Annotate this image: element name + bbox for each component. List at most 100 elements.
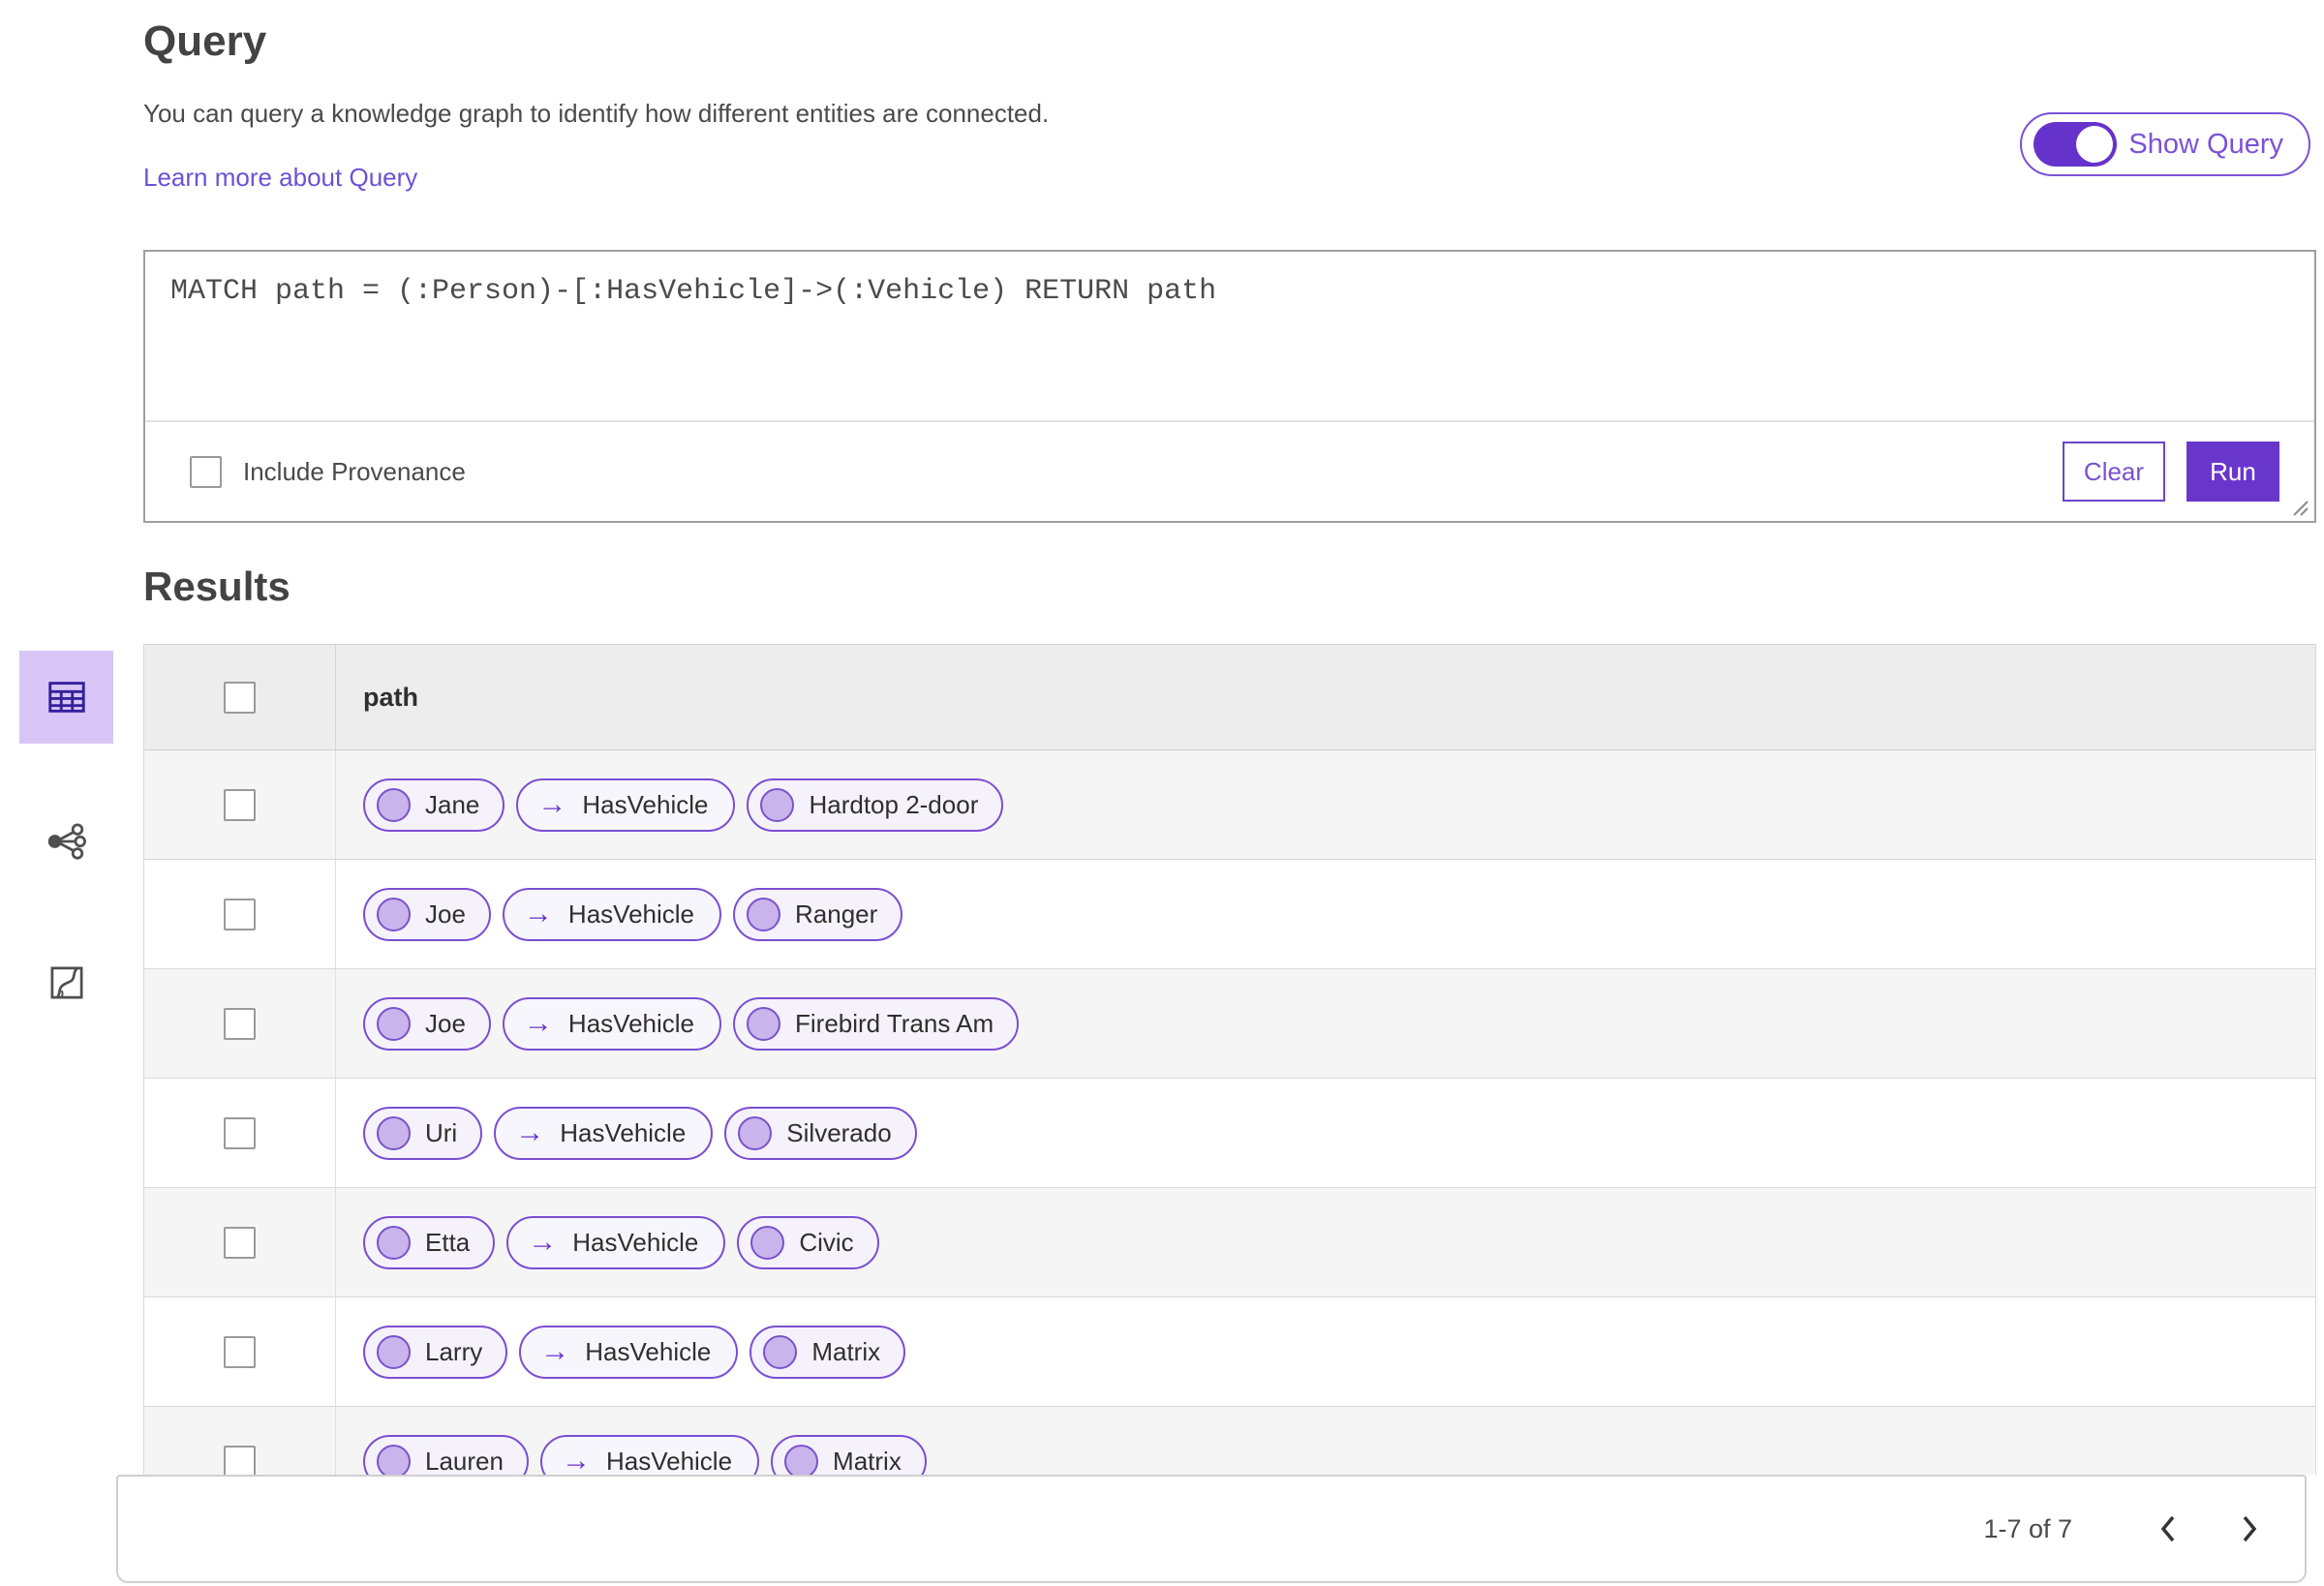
entity-node-icon <box>377 1444 411 1475</box>
table-row: Lauren → HasVehicle Matrix <box>144 1407 2315 1475</box>
show-query-label: Show Query <box>2128 128 2283 160</box>
entity-node-icon <box>763 1334 798 1369</box>
arrow-right-icon: → <box>523 898 553 930</box>
relationship-label: HasVehicle <box>605 1446 733 1476</box>
relationship-label: HasVehicle <box>585 1336 712 1366</box>
path-column-header: path <box>363 682 418 712</box>
run-button[interactable]: Run <box>2186 442 2279 502</box>
results-table: path Jane → HasVehicle Hardtop 2-door Jo… <box>143 644 2316 1475</box>
link-chart-view-button[interactable] <box>19 795 113 888</box>
source-entity-pill[interactable]: Jane <box>363 778 505 832</box>
row-checkbox[interactable] <box>224 1226 256 1259</box>
table-row: Jane → HasVehicle Hardtop 2-door <box>144 750 2315 860</box>
path-cell: Larry → HasVehicle Matrix <box>336 1297 2315 1406</box>
source-entity-pill[interactable]: Lauren <box>363 1434 529 1476</box>
source-entity-pill[interactable]: Uri <box>363 1106 483 1160</box>
include-provenance-label: Include Provenance <box>243 456 466 486</box>
relationship-pill[interactable]: → HasVehicle <box>539 1434 760 1476</box>
target-entity-pill[interactable]: Matrix <box>771 1434 927 1476</box>
path-cell: Joe → HasVehicle Ranger <box>336 860 2315 968</box>
source-entity-label: Jane <box>425 789 480 819</box>
table-row: Joe → HasVehicle Firebird Trans Am <box>144 969 2315 1079</box>
relationship-label: HasVehicle <box>560 1117 687 1147</box>
relationship-label: HasVehicle <box>567 1008 694 1038</box>
table-header-row: path <box>144 644 2315 750</box>
page-title: Query <box>143 17 267 65</box>
row-checkbox[interactable] <box>224 898 256 930</box>
row-checkbox[interactable] <box>224 1116 256 1149</box>
target-entity-pill[interactable]: Silverado <box>724 1106 917 1160</box>
arrow-right-icon: → <box>528 1226 558 1258</box>
include-provenance-checkbox[interactable] <box>190 455 222 488</box>
select-all-checkbox[interactable] <box>224 681 256 714</box>
source-entity-label: Larry <box>425 1336 483 1366</box>
toggle-on-icon[interactable] <box>2034 122 2118 167</box>
target-entity-pill[interactable]: Matrix <box>749 1325 906 1379</box>
path-cell: Joe → HasVehicle Firebird Trans Am <box>336 969 2315 1078</box>
row-checkbox[interactable] <box>224 788 256 821</box>
target-entity-pill[interactable]: Hardtop 2-door <box>747 778 1004 832</box>
source-entity-pill[interactable]: Etta <box>363 1215 496 1269</box>
row-checkbox[interactable] <box>224 1445 256 1475</box>
source-entity-pill[interactable]: Joe <box>363 887 491 941</box>
table-view-button[interactable] <box>19 651 113 744</box>
query-input[interactable]: MATCH path = (:Person)-[:HasVehicle]->(:… <box>145 252 2314 420</box>
target-entity-label: Matrix <box>833 1446 902 1476</box>
resize-handle-icon[interactable] <box>2288 496 2309 517</box>
results-title: Results <box>143 564 290 609</box>
target-entity-pill[interactable]: Civic <box>737 1215 879 1269</box>
arrow-right-icon: → <box>561 1445 591 1476</box>
entity-node-icon <box>760 787 795 822</box>
learn-more-link[interactable]: Learn more about Query <box>143 163 417 193</box>
path-cell: Uri → HasVehicle Silverado <box>336 1079 2315 1187</box>
source-entity-pill[interactable]: Joe <box>363 996 491 1051</box>
relationship-pill[interactable]: → HasVehicle <box>502 887 721 941</box>
show-query-toggle[interactable]: Show Query <box>2020 112 2310 176</box>
arrow-right-icon: → <box>515 1116 545 1148</box>
entity-node-icon <box>377 787 411 822</box>
map-view-button[interactable] <box>19 936 113 1029</box>
target-entity-label: Civic <box>799 1227 854 1257</box>
relationship-pill[interactable]: → HasVehicle <box>506 1215 726 1269</box>
results-table-area: path Jane → HasVehicle Hardtop 2-door Jo… <box>116 644 2316 1586</box>
target-entity-label: Ranger <box>795 899 878 929</box>
table-view-icon <box>47 682 85 713</box>
clear-button[interactable]: Clear <box>2063 442 2165 502</box>
previous-page-button[interactable] <box>2146 1507 2190 1551</box>
target-entity-pill[interactable]: Firebird Trans Am <box>733 996 1020 1051</box>
table-row: Larry → HasVehicle Matrix <box>144 1297 2315 1407</box>
relationship-pill[interactable]: → HasVehicle <box>502 996 721 1051</box>
relationship-pill[interactable]: → HasVehicle <box>516 778 736 832</box>
entity-node-icon <box>377 1006 411 1041</box>
source-entity-pill[interactable]: Larry <box>363 1325 508 1379</box>
row-checkbox[interactable] <box>224 1007 256 1040</box>
entity-node-icon <box>377 1334 411 1369</box>
relationship-pill[interactable]: → HasVehicle <box>494 1106 714 1160</box>
query-panel: MATCH path = (:Person)-[:HasVehicle]->(:… <box>143 250 2316 523</box>
next-page-button[interactable] <box>2227 1507 2272 1551</box>
query-page: Query You can query a knowledge graph to… <box>0 0 2324 1586</box>
query-footer: Include Provenance Clear Run <box>145 420 2314 521</box>
table-row: Uri → HasVehicle Silverado <box>144 1079 2315 1188</box>
source-entity-label: Etta <box>425 1227 471 1257</box>
pagination-range-label: 1-7 of 7 <box>1983 1513 2072 1543</box>
row-checkbox-cell <box>144 1079 336 1187</box>
entity-node-icon <box>784 1444 819 1475</box>
table-body: Jane → HasVehicle Hardtop 2-door Joe → H… <box>144 750 2315 1475</box>
pagination-bar: 1-7 of 7 <box>116 1475 2307 1583</box>
table-row: Joe → HasVehicle Ranger <box>144 860 2315 969</box>
source-entity-label: Joe <box>425 1008 466 1038</box>
relationship-pill[interactable]: → HasVehicle <box>519 1325 739 1379</box>
target-entity-label: Silverado <box>786 1117 892 1147</box>
link-chart-view-icon <box>47 823 86 860</box>
source-entity-label: Joe <box>425 899 466 929</box>
entity-node-icon <box>377 897 411 931</box>
row-checkbox-cell <box>144 1188 336 1296</box>
row-checkbox-cell <box>144 1297 336 1406</box>
target-entity-label: Matrix <box>811 1336 881 1366</box>
row-checkbox-cell <box>144 1407 336 1475</box>
source-entity-label: Lauren <box>425 1446 504 1476</box>
target-entity-pill[interactable]: Ranger <box>733 887 903 941</box>
header-checkbox-cell <box>144 645 336 749</box>
row-checkbox[interactable] <box>224 1335 256 1368</box>
